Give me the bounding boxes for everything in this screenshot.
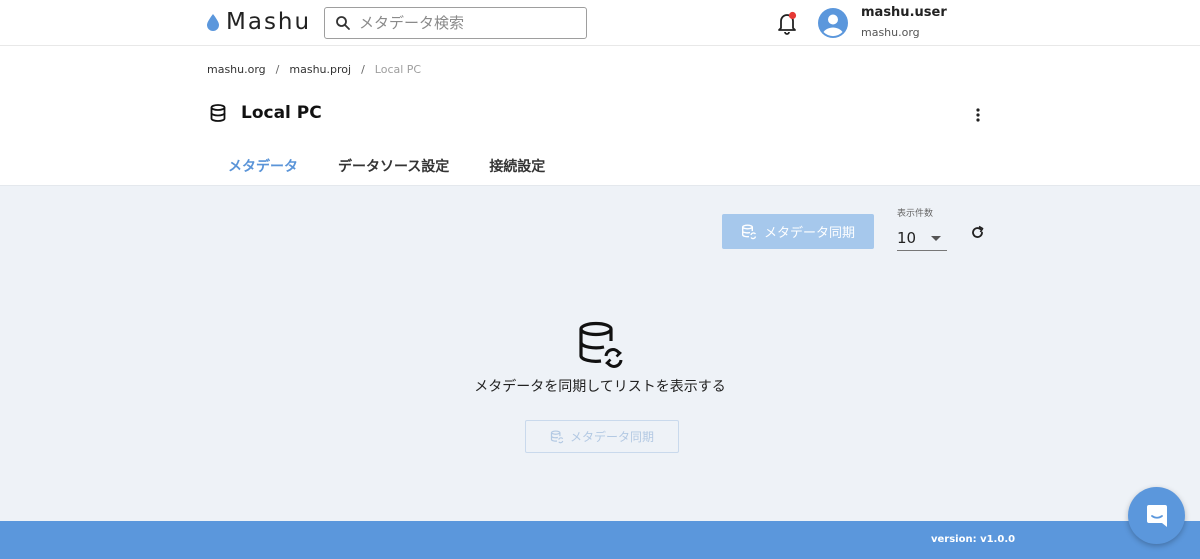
display-count-select[interactable]: 10 (897, 226, 947, 251)
display-count-value: 10 (897, 229, 917, 247)
search-box[interactable] (324, 7, 587, 39)
user-name[interactable]: mashu.user (861, 5, 947, 20)
breadcrumb-item-org[interactable]: mashu.org (207, 63, 266, 76)
database-sync-large-icon (579, 321, 623, 368)
tab-bar: メタデータ データソース設定 接続設定 (208, 150, 565, 184)
breadcrumb-separator: / (275, 63, 280, 76)
content-area: メタデータ同期 表示件数 10 メタデータを同期してリストを表示する メタデータ… (0, 185, 1200, 521)
breadcrumb-item-current: Local PC (374, 63, 422, 76)
metadata-sync-button-label: メタデータ同期 (763, 226, 855, 241)
tab-connection-settings[interactable]: 接続設定 (469, 150, 565, 184)
tab-metadata[interactable]: メタデータ (208, 150, 318, 184)
app-logo[interactable]: Mashu (206, 9, 311, 35)
page-title: Local PC (241, 103, 322, 123)
chat-bubble-icon (1146, 504, 1167, 527)
database-icon (210, 104, 226, 122)
display-count-label: 表示件数 (897, 209, 934, 219)
water-drop-icon (207, 14, 219, 31)
more-options-icon[interactable] (972, 106, 984, 124)
dropdown-arrow-icon (931, 235, 941, 241)
refresh-icon[interactable] (969, 224, 986, 241)
empty-state-sync-button-label: メタデータ同期 (569, 430, 654, 444)
breadcrumb-separator: / (361, 63, 365, 76)
page-title-row: Local PC (209, 103, 322, 123)
empty-state-sync-button[interactable]: メタデータ同期 (525, 420, 679, 453)
user-org: mashu.org (861, 26, 920, 39)
tab-datasource-settings[interactable]: データソース設定 (318, 150, 469, 184)
empty-state-message: メタデータを同期してリストを表示する (474, 379, 726, 395)
database-sync-icon (550, 429, 564, 443)
notification-bell-icon[interactable] (776, 11, 798, 35)
breadcrumb-item-project[interactable]: mashu.proj (289, 63, 351, 76)
chat-button[interactable] (1128, 487, 1185, 544)
user-avatar-icon[interactable] (818, 8, 848, 38)
search-icon (336, 16, 350, 30)
footer: version: v1.0.0 (0, 521, 1200, 559)
metadata-sync-button[interactable]: メタデータ同期 (722, 214, 874, 249)
top-header: Mashu mashu.user mashu.org (0, 0, 1200, 46)
search-input[interactable] (359, 14, 569, 32)
breadcrumb: mashu.org / mashu.proj / Local PC (207, 63, 421, 76)
logo-text: Mashu (226, 9, 312, 35)
database-sync-icon (741, 224, 757, 239)
version-label: version: v1.0.0 (931, 534, 1016, 545)
